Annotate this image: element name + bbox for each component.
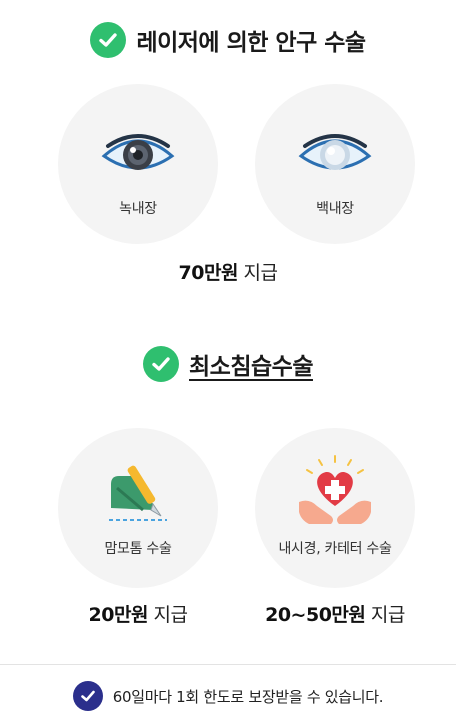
endoscope-catheter-card: 내시경, 카테터 수술 (255, 428, 415, 588)
scalpel-icon (103, 458, 173, 528)
heart-in-hands-icon (295, 454, 375, 528)
section-title-laser-eye-surgery: 레이저에 의한 안구 수술 (0, 20, 456, 60)
item-label: 백내장 (316, 201, 354, 217)
item-label: 녹내장 (119, 201, 157, 217)
amount-value: 20~50만원 (265, 604, 366, 626)
section-title-text: 최소침습수술 (189, 354, 313, 380)
cataract-card: 백내장 (255, 84, 415, 244)
section-title-minimally-invasive: 최소침습수술 (0, 344, 456, 384)
footer-note: 60일마다 1회 한도로 보장받을 수 있습니다. (0, 678, 456, 714)
dark-eye-icon (100, 120, 176, 184)
amount-suffix: 지급 (365, 604, 405, 626)
amount-value: 70만원 (178, 262, 239, 284)
amount-laser-eye: 70만원 지급 (0, 258, 456, 285)
item-label: 맘모톰 수술 (104, 541, 172, 557)
navy-check-icon (72, 681, 103, 711)
mammotome-card: 맘모톰 수술 (58, 428, 218, 588)
footer-text: 60일마다 1회 한도로 보장받을 수 있습니다. (112, 687, 384, 706)
glaucoma-card: 녹내장 (58, 84, 218, 244)
section-title-text: 레이저에 의한 안구 수술 (136, 30, 366, 56)
amount-suffix: 지급 (237, 262, 278, 284)
cloudy-eye-icon (297, 120, 373, 184)
divider (0, 664, 456, 665)
amount-mammotome: 20만원 지급 (58, 600, 218, 627)
amount-endoscope-catheter: 20~50만원 지급 (235, 600, 435, 627)
amount-value: 20만원 (88, 604, 149, 626)
green-check-icon (143, 346, 180, 382)
item-label: 내시경, 카테터 수술 (278, 541, 392, 557)
amount-suffix: 지급 (147, 604, 188, 626)
green-check-icon (90, 22, 127, 58)
